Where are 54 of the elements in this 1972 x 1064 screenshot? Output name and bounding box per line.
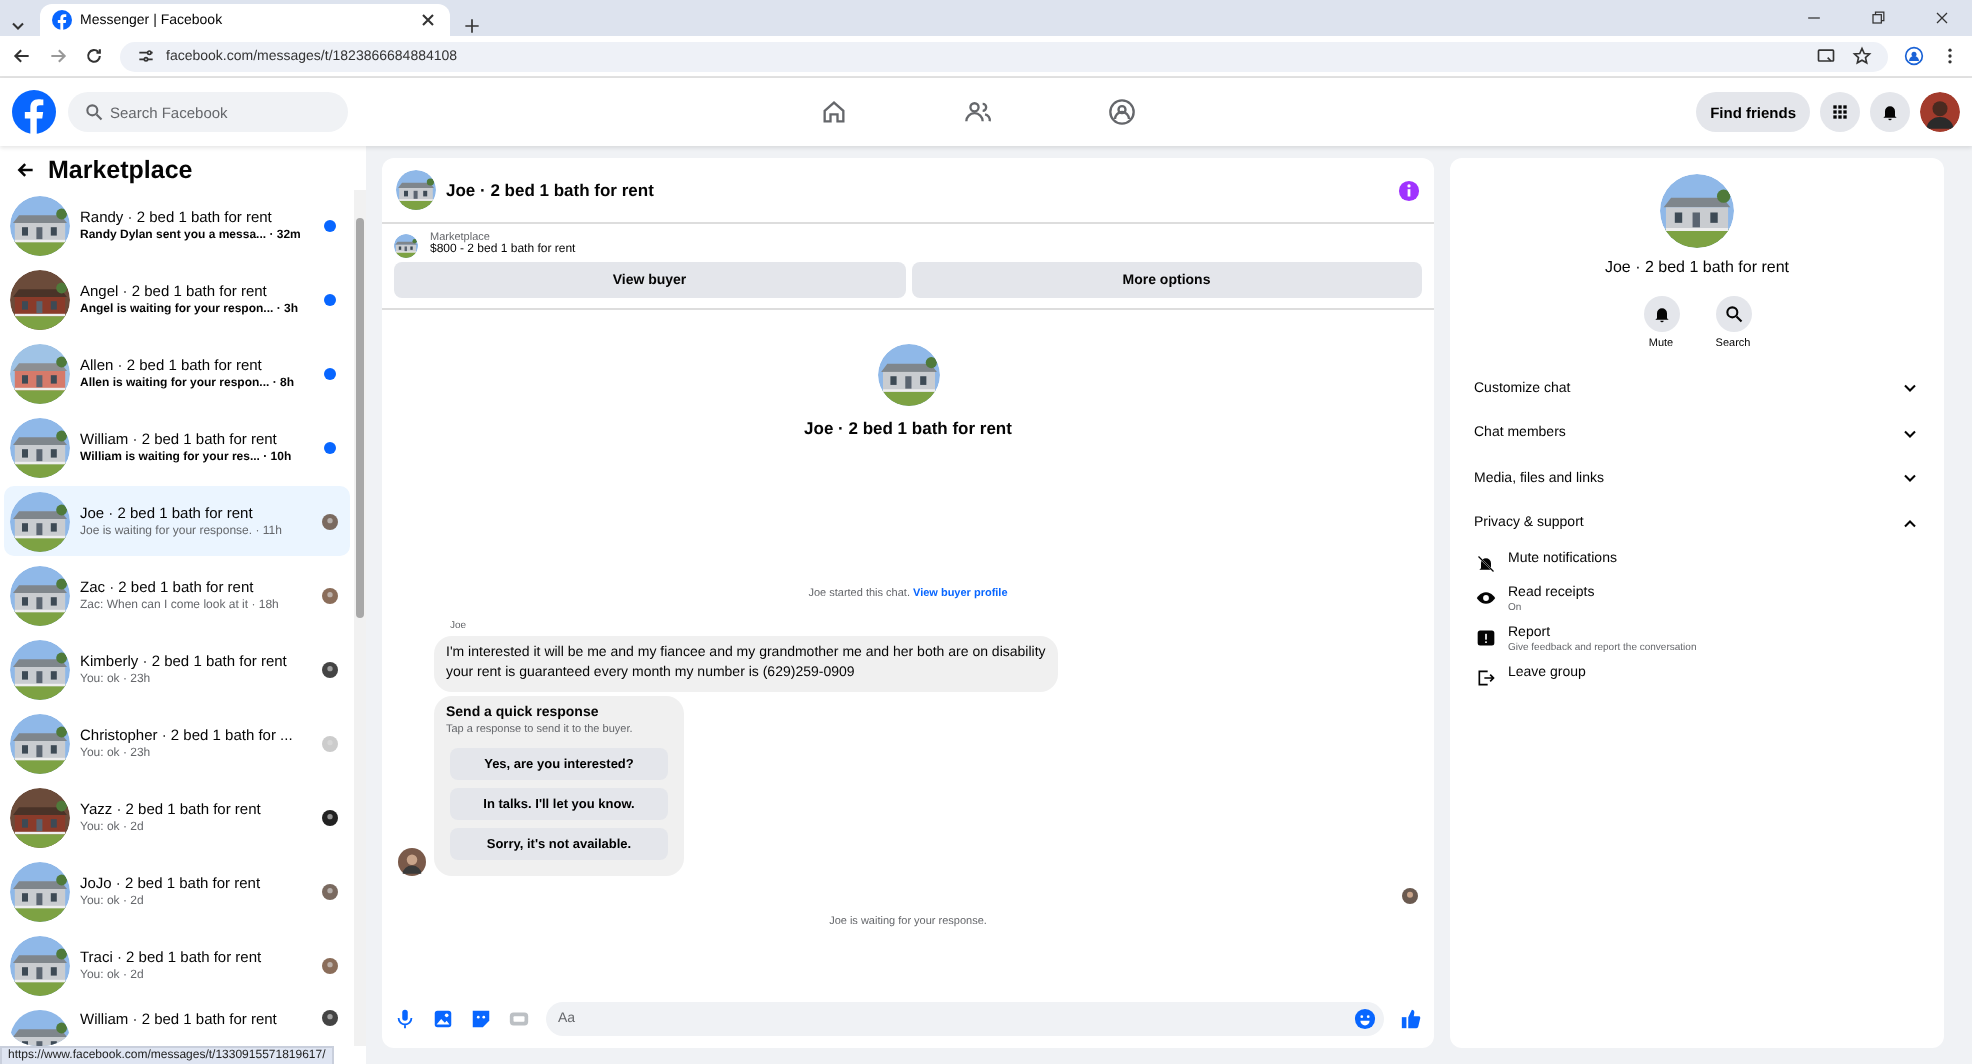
star-icon[interactable]: [1852, 46, 1872, 66]
image-icon[interactable]: [432, 1007, 454, 1029]
grid-icon: [1830, 102, 1850, 122]
unread-dot: [324, 293, 336, 305]
profile-icon[interactable]: [1904, 46, 1924, 66]
avatar-icon: [322, 883, 338, 899]
back-icon[interactable]: [16, 160, 36, 180]
leave-icon: [1476, 668, 1496, 688]
reload-icon[interactable]: [84, 46, 104, 66]
notifications-button[interactable]: [1870, 92, 1910, 132]
unread-dot: [324, 219, 336, 231]
avatar-icon: [322, 513, 338, 529]
avatar-icon: [322, 587, 338, 603]
thumbs-up-icon[interactable]: [1400, 1007, 1422, 1029]
restore-icon[interactable]: [1868, 8, 1888, 28]
back-icon[interactable]: [12, 46, 32, 66]
avatar-icon[interactable]: [1920, 92, 1960, 132]
avatar-icon: [322, 809, 338, 825]
eye-icon: [1476, 588, 1496, 608]
avatar-icon: [322, 735, 338, 751]
close-icon[interactable]: [418, 10, 438, 30]
muted-bell-icon: [1476, 554, 1496, 574]
sticker-icon[interactable]: [470, 1007, 492, 1029]
unread-dot: [324, 367, 336, 379]
site-settings-icon: [136, 46, 156, 66]
bell-icon: [1880, 102, 1900, 122]
facebook-logo-icon: [52, 10, 72, 30]
chat-title: Joe · 2 bed 1 bath for rent: [446, 180, 654, 200]
groups-icon[interactable]: [1108, 98, 1136, 126]
avatar-icon: [1402, 888, 1418, 905]
close-icon[interactable]: [1932, 8, 1952, 28]
bell-icon: [1651, 304, 1671, 324]
facebook-logo-icon[interactable]: [12, 90, 56, 134]
scrollbar[interactable]: [354, 190, 366, 1046]
search-icon: [84, 102, 104, 122]
report-icon: [1476, 628, 1496, 648]
microphone-icon[interactable]: [394, 1007, 416, 1029]
sidebar-title: Marketplace: [48, 156, 193, 184]
emoji-icon[interactable]: [1354, 1007, 1376, 1029]
new-tab-icon[interactable]: [462, 16, 482, 36]
menu-button[interactable]: [1820, 92, 1860, 132]
unread-dot: [324, 441, 336, 453]
friends-icon[interactable]: [964, 98, 992, 126]
avatar-icon: [322, 1009, 338, 1025]
info-icon[interactable]: [1398, 179, 1420, 201]
cast-icon[interactable]: [1816, 46, 1836, 66]
search-icon: [1723, 304, 1743, 324]
home-icon[interactable]: [820, 98, 848, 126]
forward-icon[interactable]: [48, 46, 68, 66]
contact-name: Joe · 2 bed 1 bath for rent: [1604, 258, 1790, 276]
intro-name: Joe · 2 bed 1 bath for rent: [804, 418, 1012, 438]
avatar-icon: [398, 848, 426, 877]
avatar-icon: [322, 661, 338, 677]
avatar-icon: [322, 957, 338, 973]
